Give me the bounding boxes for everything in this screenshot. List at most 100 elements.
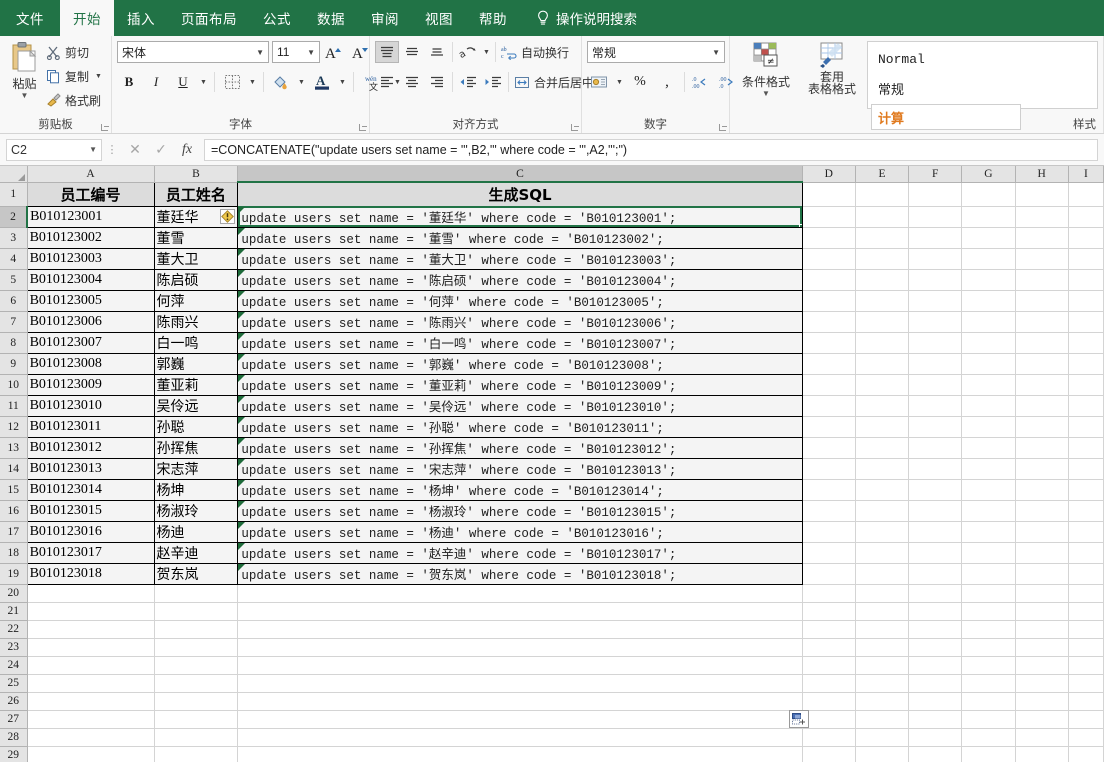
- row-header-23[interactable]: 23: [0, 638, 28, 657]
- cell-F10[interactable]: [908, 374, 963, 396]
- cell-I5[interactable]: [1068, 269, 1104, 291]
- cell-F26[interactable]: [908, 692, 963, 711]
- cell-H7[interactable]: [1015, 311, 1069, 333]
- cell-B23[interactable]: [154, 638, 239, 657]
- cell-B19[interactable]: 贺东岚: [153, 562, 239, 585]
- paste-dropdown-caret-icon[interactable]: ▼: [21, 92, 29, 100]
- cell-A3[interactable]: B010123002: [26, 226, 155, 249]
- cell-E18[interactable]: [855, 542, 910, 564]
- row-header-5[interactable]: 5: [0, 269, 28, 291]
- cell-G27[interactable]: [961, 710, 1016, 729]
- tell-me-search[interactable]: 操作说明搜索: [520, 0, 637, 36]
- align-bottom-button[interactable]: [425, 41, 449, 63]
- cell-C19[interactable]: update users set name = '贺东岚' where code…: [237, 562, 803, 585]
- cell-F19[interactable]: [908, 563, 963, 585]
- row-header-1[interactable]: 1: [0, 182, 28, 207]
- cell-C21[interactable]: [237, 602, 803, 621]
- cell-I24[interactable]: [1068, 656, 1104, 675]
- cell-F5[interactable]: [908, 269, 963, 291]
- cell-I13[interactable]: [1068, 437, 1104, 459]
- cell-H17[interactable]: [1015, 521, 1069, 543]
- cell-E20[interactable]: [855, 584, 910, 603]
- cell-G22[interactable]: [961, 620, 1016, 639]
- cell-D23[interactable]: [802, 638, 856, 657]
- ribbon-tab-review[interactable]: 审阅: [358, 0, 412, 36]
- cell-E8[interactable]: [855, 332, 910, 354]
- cell-F18[interactable]: [908, 542, 963, 564]
- cell-H23[interactable]: [1015, 638, 1069, 657]
- cell-F4[interactable]: [908, 248, 963, 270]
- row-header-10[interactable]: 10: [0, 374, 28, 396]
- font-dialog-launcher[interactable]: [358, 123, 367, 132]
- increase-font-size-button[interactable]: A: [323, 41, 347, 63]
- cell-B21[interactable]: [154, 602, 239, 621]
- cell-I25[interactable]: [1068, 674, 1104, 693]
- cell-D20[interactable]: [802, 584, 856, 603]
- cell-E15[interactable]: [855, 479, 910, 501]
- cell-C20[interactable]: [237, 584, 803, 603]
- cell-H11[interactable]: [1015, 395, 1069, 417]
- cell-H12[interactable]: [1015, 416, 1069, 438]
- cell-I4[interactable]: [1068, 248, 1104, 270]
- row-header-6[interactable]: 6: [0, 290, 28, 312]
- cell-B29[interactable]: [154, 746, 239, 762]
- cell-C9[interactable]: update users set name = '郭巍' where code …: [237, 352, 803, 375]
- font-color-button[interactable]: A: [310, 71, 334, 93]
- cell-A1[interactable]: 员工编号: [26, 181, 155, 207]
- cut-button[interactable]: 剪切: [44, 42, 106, 63]
- cell-A20[interactable]: [27, 584, 155, 603]
- cell-E21[interactable]: [855, 602, 910, 621]
- row-header-27[interactable]: 27: [0, 710, 28, 729]
- cell-style-normal[interactable]: Normal: [871, 46, 1021, 72]
- ribbon-tab-insert[interactable]: 插入: [114, 0, 168, 36]
- cell-style-changui[interactable]: 常规: [871, 75, 1021, 101]
- cell-H21[interactable]: [1015, 602, 1069, 621]
- cell-B28[interactable]: [154, 728, 239, 747]
- ribbon-tab-formulas[interactable]: 公式: [250, 0, 304, 36]
- spreadsheet-grid[interactable]: A B C D E F G H I 1 员工编号 员工姓名 生成SQL 2 B0…: [0, 166, 1104, 762]
- cell-F3[interactable]: [908, 227, 963, 249]
- fill-color-dropdown-caret-icon[interactable]: ▼: [296, 79, 307, 86]
- cell-F20[interactable]: [908, 584, 963, 603]
- row-header-28[interactable]: 28: [0, 728, 28, 747]
- cell-A12[interactable]: B010123011: [26, 415, 155, 438]
- cell-C15[interactable]: update users set name = '杨坤' where code …: [237, 478, 803, 501]
- cell-I14[interactable]: [1068, 458, 1104, 480]
- cell-F8[interactable]: [908, 332, 963, 354]
- cell-A18[interactable]: B010123017: [26, 541, 155, 564]
- orientation-button[interactable]: a: [456, 41, 480, 63]
- cell-C4[interactable]: update users set name = '董大卫' where code…: [237, 247, 803, 270]
- cell-C10[interactable]: update users set name = '董亚莉' where code…: [237, 373, 803, 396]
- cell-B8[interactable]: 白一鸣: [153, 331, 239, 354]
- cell-G11[interactable]: [961, 395, 1016, 417]
- align-middle-button[interactable]: [400, 41, 424, 63]
- borders-button[interactable]: [220, 71, 244, 93]
- cell-D5[interactable]: [802, 269, 856, 291]
- row-header-19[interactable]: 19: [0, 563, 28, 585]
- cell-H8[interactable]: [1015, 332, 1069, 354]
- cell-A11[interactable]: B010123010: [26, 394, 155, 417]
- cell-B18[interactable]: 赵辛迪: [153, 541, 239, 564]
- insert-function-button[interactable]: fx: [174, 139, 200, 161]
- cell-C25[interactable]: [237, 674, 803, 693]
- cell-A27[interactable]: [27, 710, 155, 729]
- cell-H5[interactable]: [1015, 269, 1069, 291]
- copy-button[interactable]: 复制 ▼: [44, 66, 106, 87]
- wrap-text-button[interactable]: ab c 自动换行: [499, 42, 571, 63]
- cell-E26[interactable]: [855, 692, 910, 711]
- cell-C23[interactable]: [237, 638, 803, 657]
- row-header-29[interactable]: 29: [0, 746, 28, 762]
- cell-E29[interactable]: [855, 746, 910, 762]
- cell-I12[interactable]: [1068, 416, 1104, 438]
- cell-B17[interactable]: 杨迪: [153, 520, 239, 543]
- cell-style-check-cell[interactable]: 检查单元格: [871, 133, 1021, 134]
- cell-C13[interactable]: update users set name = '孙挥焦' where code…: [237, 436, 803, 459]
- confirm-edit-button[interactable]: ✓: [148, 139, 174, 161]
- cell-G5[interactable]: [961, 269, 1016, 291]
- cell-F27[interactable]: [908, 710, 963, 729]
- cell-B25[interactable]: [154, 674, 239, 693]
- cell-B27[interactable]: [154, 710, 239, 729]
- cell-B3[interactable]: 董雪: [153, 226, 239, 249]
- cell-A24[interactable]: [27, 656, 155, 675]
- format-as-table-button[interactable]: 套用 表格格式: [801, 39, 863, 95]
